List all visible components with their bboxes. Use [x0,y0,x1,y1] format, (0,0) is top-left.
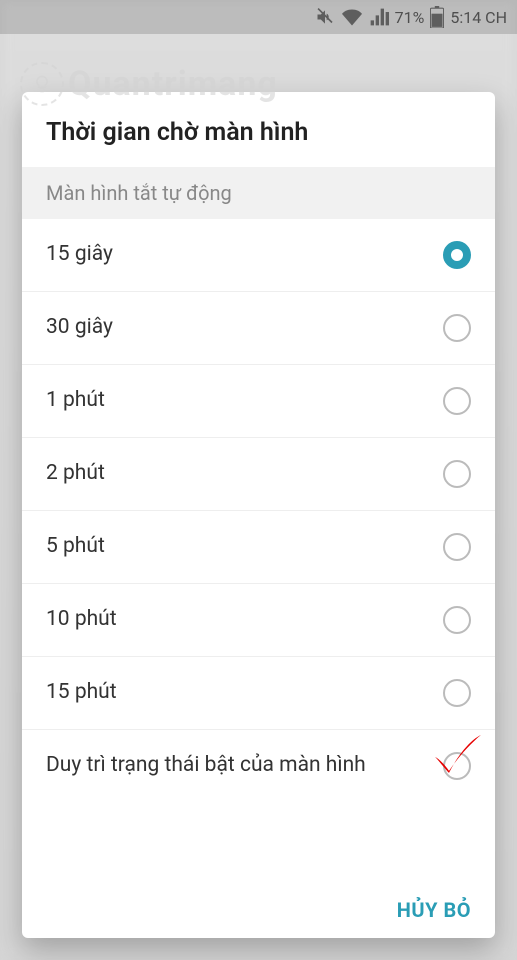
radio-icon [443,387,471,415]
radio-icon [443,752,471,780]
option-keep-screen-on[interactable]: Duy trì trạng thái bật của màn hình [22,730,495,802]
option-30-giay[interactable]: 30 giây [22,292,495,365]
option-label: 15 phút [46,679,443,706]
dialog-title: Thời gian chờ màn hình [22,92,495,167]
option-2-phut[interactable]: 2 phút [22,438,495,511]
option-5-phut[interactable]: 5 phút [22,511,495,584]
radio-icon [443,533,471,561]
option-label: 1 phút [46,387,443,414]
radio-icon [443,241,471,269]
option-1-phut[interactable]: 1 phút [22,365,495,438]
radio-icon [443,606,471,634]
radio-icon [443,679,471,707]
option-label: 2 phút [46,460,443,487]
option-label: 30 giây [46,314,443,341]
screen-timeout-dialog: Thời gian chờ màn hình Màn hình tắt tự đ… [22,92,495,938]
option-10-phut[interactable]: 10 phút [22,584,495,657]
cancel-button[interactable]: HỦY BỎ [397,898,471,922]
option-label: 15 giây [46,241,443,268]
option-label: 10 phút [46,606,443,633]
dialog-footer: HỦY BỎ [22,882,495,938]
option-label: 5 phút [46,533,443,560]
option-15-giay[interactable]: 15 giây [22,219,495,292]
option-label: Duy trì trạng thái bật của màn hình [46,752,443,779]
option-15-phut[interactable]: 15 phút [22,657,495,730]
options-list: 15 giây 30 giây 1 phút 2 phút 5 phút 10 … [22,219,495,882]
radio-icon [443,314,471,342]
radio-icon [443,460,471,488]
section-header: Màn hình tắt tự động [22,167,495,219]
